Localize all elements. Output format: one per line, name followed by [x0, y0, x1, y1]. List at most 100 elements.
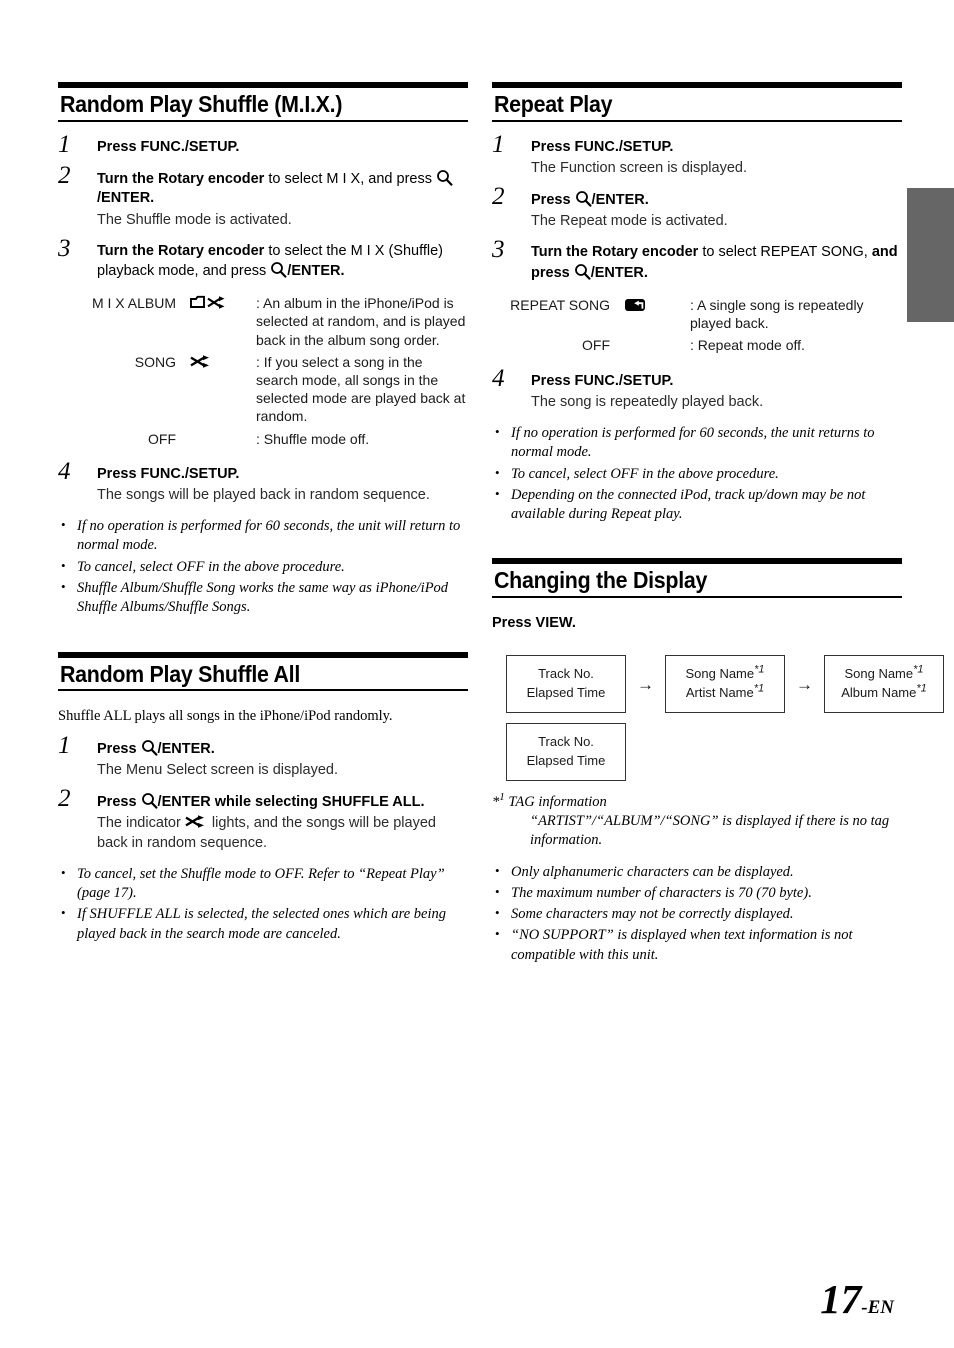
step-item: 4 Press FUNC./SETUP. The song is repeate…: [492, 366, 902, 412]
flow-box-line2: Elapsed Time: [526, 685, 606, 701]
notes-list: If no operation is performed for 60 seco…: [492, 423, 902, 525]
section-title: Repeat Play: [494, 91, 613, 117]
option-name: OFF: [582, 337, 610, 354]
step-title: Press /ENTER.: [531, 191, 649, 209]
step-title: Press FUNC./SETUP.: [531, 372, 674, 389]
step-title: Turn the Rotary encoder to select REPEAT…: [531, 244, 898, 281]
footnote-marker: *1: [754, 664, 765, 677]
footnote-marker: *1: [913, 664, 924, 677]
step-text-press: Press: [531, 192, 575, 209]
note-item: To cancel, select OFF in the above proce…: [492, 464, 902, 484]
option-name: REPEAT SONG: [510, 297, 610, 314]
step-item: 3 Turn the Rotary encoder to select the …: [58, 236, 468, 282]
option-description: : Repeat mode off.: [690, 337, 805, 354]
album-shuffle-icon: [186, 293, 254, 352]
note-item: To cancel, set the Shuffle mode to OFF. …: [58, 864, 468, 904]
step-description: The Function screen is displayed.: [531, 159, 747, 176]
step-number: 3: [58, 234, 71, 262]
arrow-right-icon: →: [637, 674, 654, 694]
step-item: 2 Press /ENTER while selecting SHUFFLE A…: [58, 786, 468, 853]
option-row: OFF : Shuffle mode off.: [58, 429, 468, 451]
option-description: : If you select a song in the search mod…: [256, 353, 466, 425]
footnote-body: “ARTIST”/“ALBUM”/“SONG” is displayed if …: [530, 813, 890, 849]
step-item: 2 Press /ENTER. The Repeat mode is activ…: [492, 184, 902, 231]
step-description: The indicator lights, and the songs will…: [97, 814, 468, 852]
step-text-press: Press: [531, 138, 575, 155]
search-icon: [270, 261, 287, 278]
step-text-press: Press: [97, 138, 141, 155]
instruction-period: .: [571, 615, 576, 632]
option-row: M I X ALBUM : An album in the iPhone/iPo…: [58, 293, 468, 352]
flow-box: Song Name*1 Artist Name*1: [665, 655, 785, 714]
step-description: The song is repeatedly played back.: [531, 393, 764, 410]
value-mix: M I X: [326, 170, 361, 187]
section-title: Random Play Shuffle All: [60, 660, 300, 687]
step-title: Press FUNC./SETUP.: [97, 138, 240, 155]
flow-box-line1: Track No.: [538, 734, 594, 750]
search-icon: [574, 263, 591, 280]
step-number: 4: [492, 364, 505, 392]
flow-box: Track No. Elapsed Time: [506, 655, 626, 714]
step-text-press: Press: [97, 740, 141, 757]
notes-list: Only alphanumeric characters can be disp…: [492, 862, 902, 965]
footnote-tag-information: *1 TAG information “ARTIST”/“ALBUM”/“SON…: [492, 791, 902, 851]
flow-box-line2: Elapsed Time: [526, 752, 606, 768]
search-icon: [436, 169, 453, 186]
value-repeat-song: REPEAT SONG: [760, 244, 864, 261]
view-instruction: Press VIEW.: [492, 614, 902, 633]
step-text-press: Press: [97, 465, 141, 482]
note-item: Depending on the connected iPod, track u…: [492, 485, 902, 525]
option-table-mix-modes: M I X ALBUM : An album in the iPhone/iPo…: [58, 293, 468, 451]
step-text-shuffle-all-tail: while selecting SHUFFLE ALL.: [210, 794, 425, 811]
key-rotary-encoder: Rotary encoder: [157, 170, 265, 187]
key-enter: /ENTER: [287, 262, 341, 279]
option-name: SONG: [134, 353, 176, 370]
step-text-comma: ,: [863, 244, 872, 261]
section-heading-repeat-play: Repeat Play: [492, 82, 902, 122]
flow-box: Track No. Elapsed Time: [506, 723, 626, 781]
step-item: 2 Turn the Rotary encoder to select M I …: [58, 163, 468, 230]
page-number: 17-EN: [820, 1279, 894, 1320]
step-title: Press FUNC./SETUP.: [531, 138, 674, 155]
note-item: Only alphanumeric characters can be disp…: [492, 862, 902, 882]
flow-row: Track No. Elapsed Time: [506, 723, 902, 781]
notes-list: If no operation is performed for 60 seco…: [58, 516, 468, 618]
shuffle-icon: [185, 814, 208, 829]
key-rotary-encoder: Rotary encoder: [157, 242, 265, 259]
note-item: To cancel, select OFF in the above proce…: [58, 557, 468, 577]
section-heading-random-play-shuffle-mix: Random Play Shuffle (M.I.X.): [58, 82, 468, 122]
step-number: 4: [58, 457, 71, 485]
note-item: If no operation is performed for 60 seco…: [492, 423, 902, 463]
note-item: If SHUFFLE ALL is selected, the selected…: [58, 904, 468, 944]
section-title: Random Play Shuffle (M.I.X.): [60, 91, 343, 117]
key-func-setup: FUNC./SETUP: [140, 138, 236, 155]
step-item: 1 Press FUNC./SETUP. The Function screen…: [492, 132, 902, 178]
key-func-setup: FUNC./SETUP: [574, 138, 670, 155]
step-number: 3: [492, 236, 505, 264]
manual-page: Random Play Shuffle (M.I.X.) 1 Press FUN…: [0, 0, 954, 1348]
note-item: The maximum number of characters is 70 (…: [492, 883, 902, 903]
section-intro: Shuffle ALL plays all songs in the iPhon…: [58, 708, 393, 725]
display-flow-diagram: Track No. Elapsed Time → Song Name*1 Art…: [492, 655, 944, 781]
section-heading-changing-the-display: Changing the Display: [492, 558, 902, 599]
option-description: : Shuffle mode off.: [256, 430, 370, 447]
flow-box-line1: Track No.: [538, 666, 594, 682]
option-row: SONG : If you select a song in the searc…: [58, 352, 468, 429]
step-title: Press /ENTER while selecting SHUFFLE ALL…: [97, 792, 468, 812]
shuffle-icon: [186, 352, 254, 429]
step-title: Press FUNC./SETUP.: [97, 465, 240, 482]
key-func-setup: FUNC./SETUP: [574, 372, 670, 389]
instruction-press-text: Press: [492, 615, 536, 632]
note-item: Shuffle Album/Shuffle Song works the sam…: [58, 578, 468, 618]
repeat-icon: [620, 295, 688, 335]
right-column: Repeat Play 1 Press FUNC./SETUP. The Fun…: [492, 82, 944, 967]
section-title: Changing the Display: [494, 567, 708, 594]
key-view: VIEW: [535, 615, 572, 632]
step-item: 3 Turn the Rotary encoder to select REPE…: [492, 237, 902, 283]
flow-box: Song Name*1 Album Name*1: [824, 655, 944, 714]
option-description: : An album in the iPhone/iPod is selecte…: [256, 295, 466, 348]
step-text-turn-the: Turn the: [97, 242, 158, 259]
flow-row: Track No. Elapsed Time → Song Name*1 Art…: [506, 655, 944, 714]
note-item: Some characters may not be correctly dis…: [492, 904, 902, 924]
notes-list: To cancel, set the Shuffle mode to OFF. …: [58, 864, 468, 944]
